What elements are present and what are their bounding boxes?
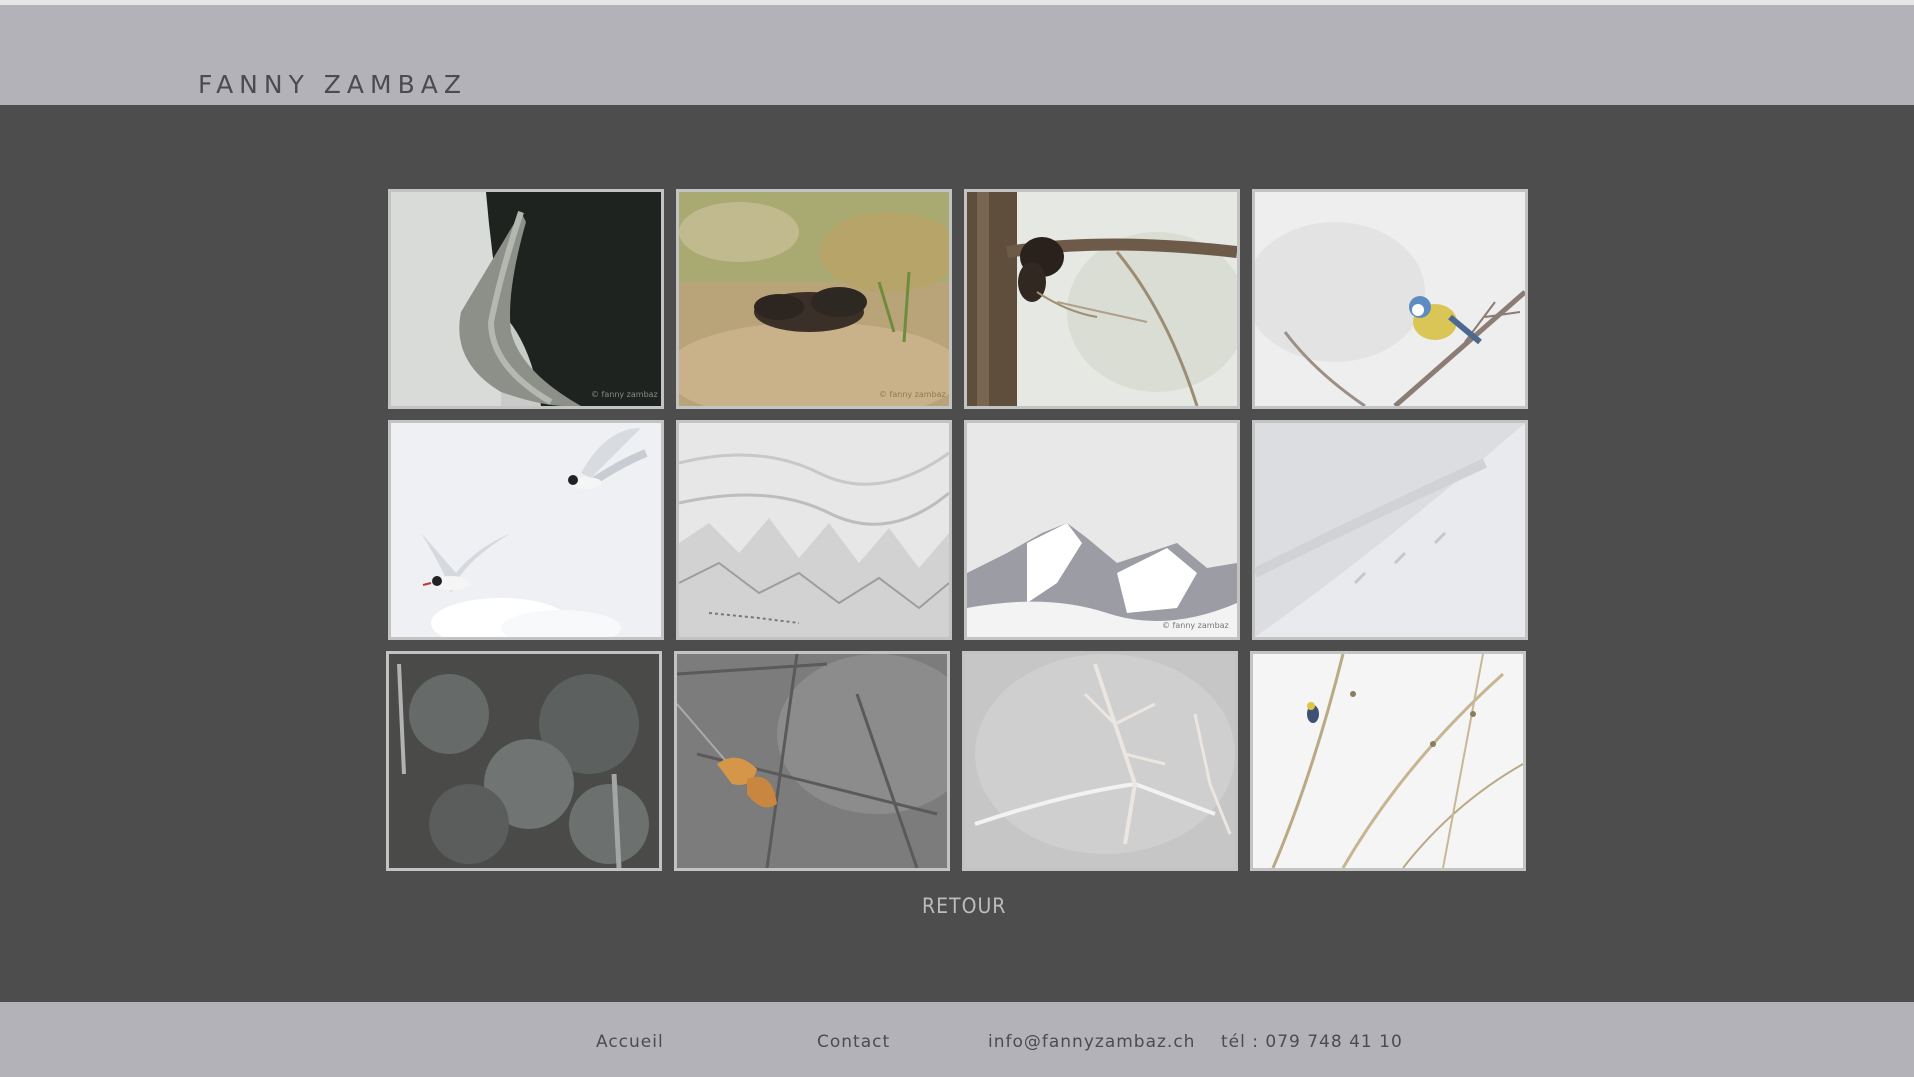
gallery-area: [0, 105, 1914, 1002]
back-link[interactable]: RETOUR: [922, 894, 1006, 918]
photo-ibex-horn: © fanny zambaz: [391, 192, 661, 406]
site-footer: Accueil Contact info@fannyzambaz.ch tél …: [0, 1002, 1914, 1077]
photo-thumb-frosty-twigs[interactable]: [962, 651, 1238, 871]
photo-glacier: [679, 423, 949, 637]
watermark-text: © fanny zambaz: [1162, 621, 1229, 630]
photo-frosted-pine: [389, 654, 659, 868]
photo-tit-branches: [1253, 654, 1523, 868]
photo-snow-drift: [1255, 423, 1525, 637]
photo-blue-tit: [1255, 192, 1525, 406]
photo-mountains: © fanny zambaz: [967, 423, 1237, 637]
photo-thumb-toads[interactable]: © fanny zambaz: [676, 189, 952, 409]
photo-thumb-autumn-leaf[interactable]: [674, 651, 950, 871]
watermark-text: © fanny zambaz: [879, 390, 946, 399]
watermark-text: © fanny zambaz: [591, 390, 658, 399]
photo-thumb-snow-drift[interactable]: [1252, 420, 1528, 640]
photo-thumb-blue-tit[interactable]: [1252, 189, 1528, 409]
photo-thumb-squirrel[interactable]: [964, 189, 1240, 409]
photo-autumn-leaf: [677, 654, 947, 868]
photo-thumb-glacier[interactable]: [676, 420, 952, 640]
photo-thumb-tit-branches[interactable]: [1250, 651, 1526, 871]
photo-thumb-terns[interactable]: [388, 420, 664, 640]
footer-contact-link[interactable]: Contact: [817, 1032, 890, 1052]
photo-squirrel: [967, 192, 1237, 406]
photo-thumb-frosted-pine[interactable]: [386, 651, 662, 871]
photo-toads: © fanny zambaz: [679, 192, 949, 406]
footer-home-link[interactable]: Accueil: [596, 1032, 664, 1052]
photo-thumb-mountains[interactable]: © fanny zambaz: [964, 420, 1240, 640]
site-brand[interactable]: FANNY ZAMBAZ: [198, 70, 467, 99]
photo-thumb-ibex-horn[interactable]: © fanny zambaz: [388, 189, 664, 409]
footer-email-link[interactable]: info@fannyzambaz.ch: [988, 1032, 1195, 1052]
photo-terns: [391, 423, 661, 637]
photo-frosty-twigs: [965, 654, 1235, 868]
site-header: FANNY ZAMBAZ: [0, 5, 1914, 105]
footer-phone: tél : 079 748 41 10: [1221, 1032, 1403, 1052]
